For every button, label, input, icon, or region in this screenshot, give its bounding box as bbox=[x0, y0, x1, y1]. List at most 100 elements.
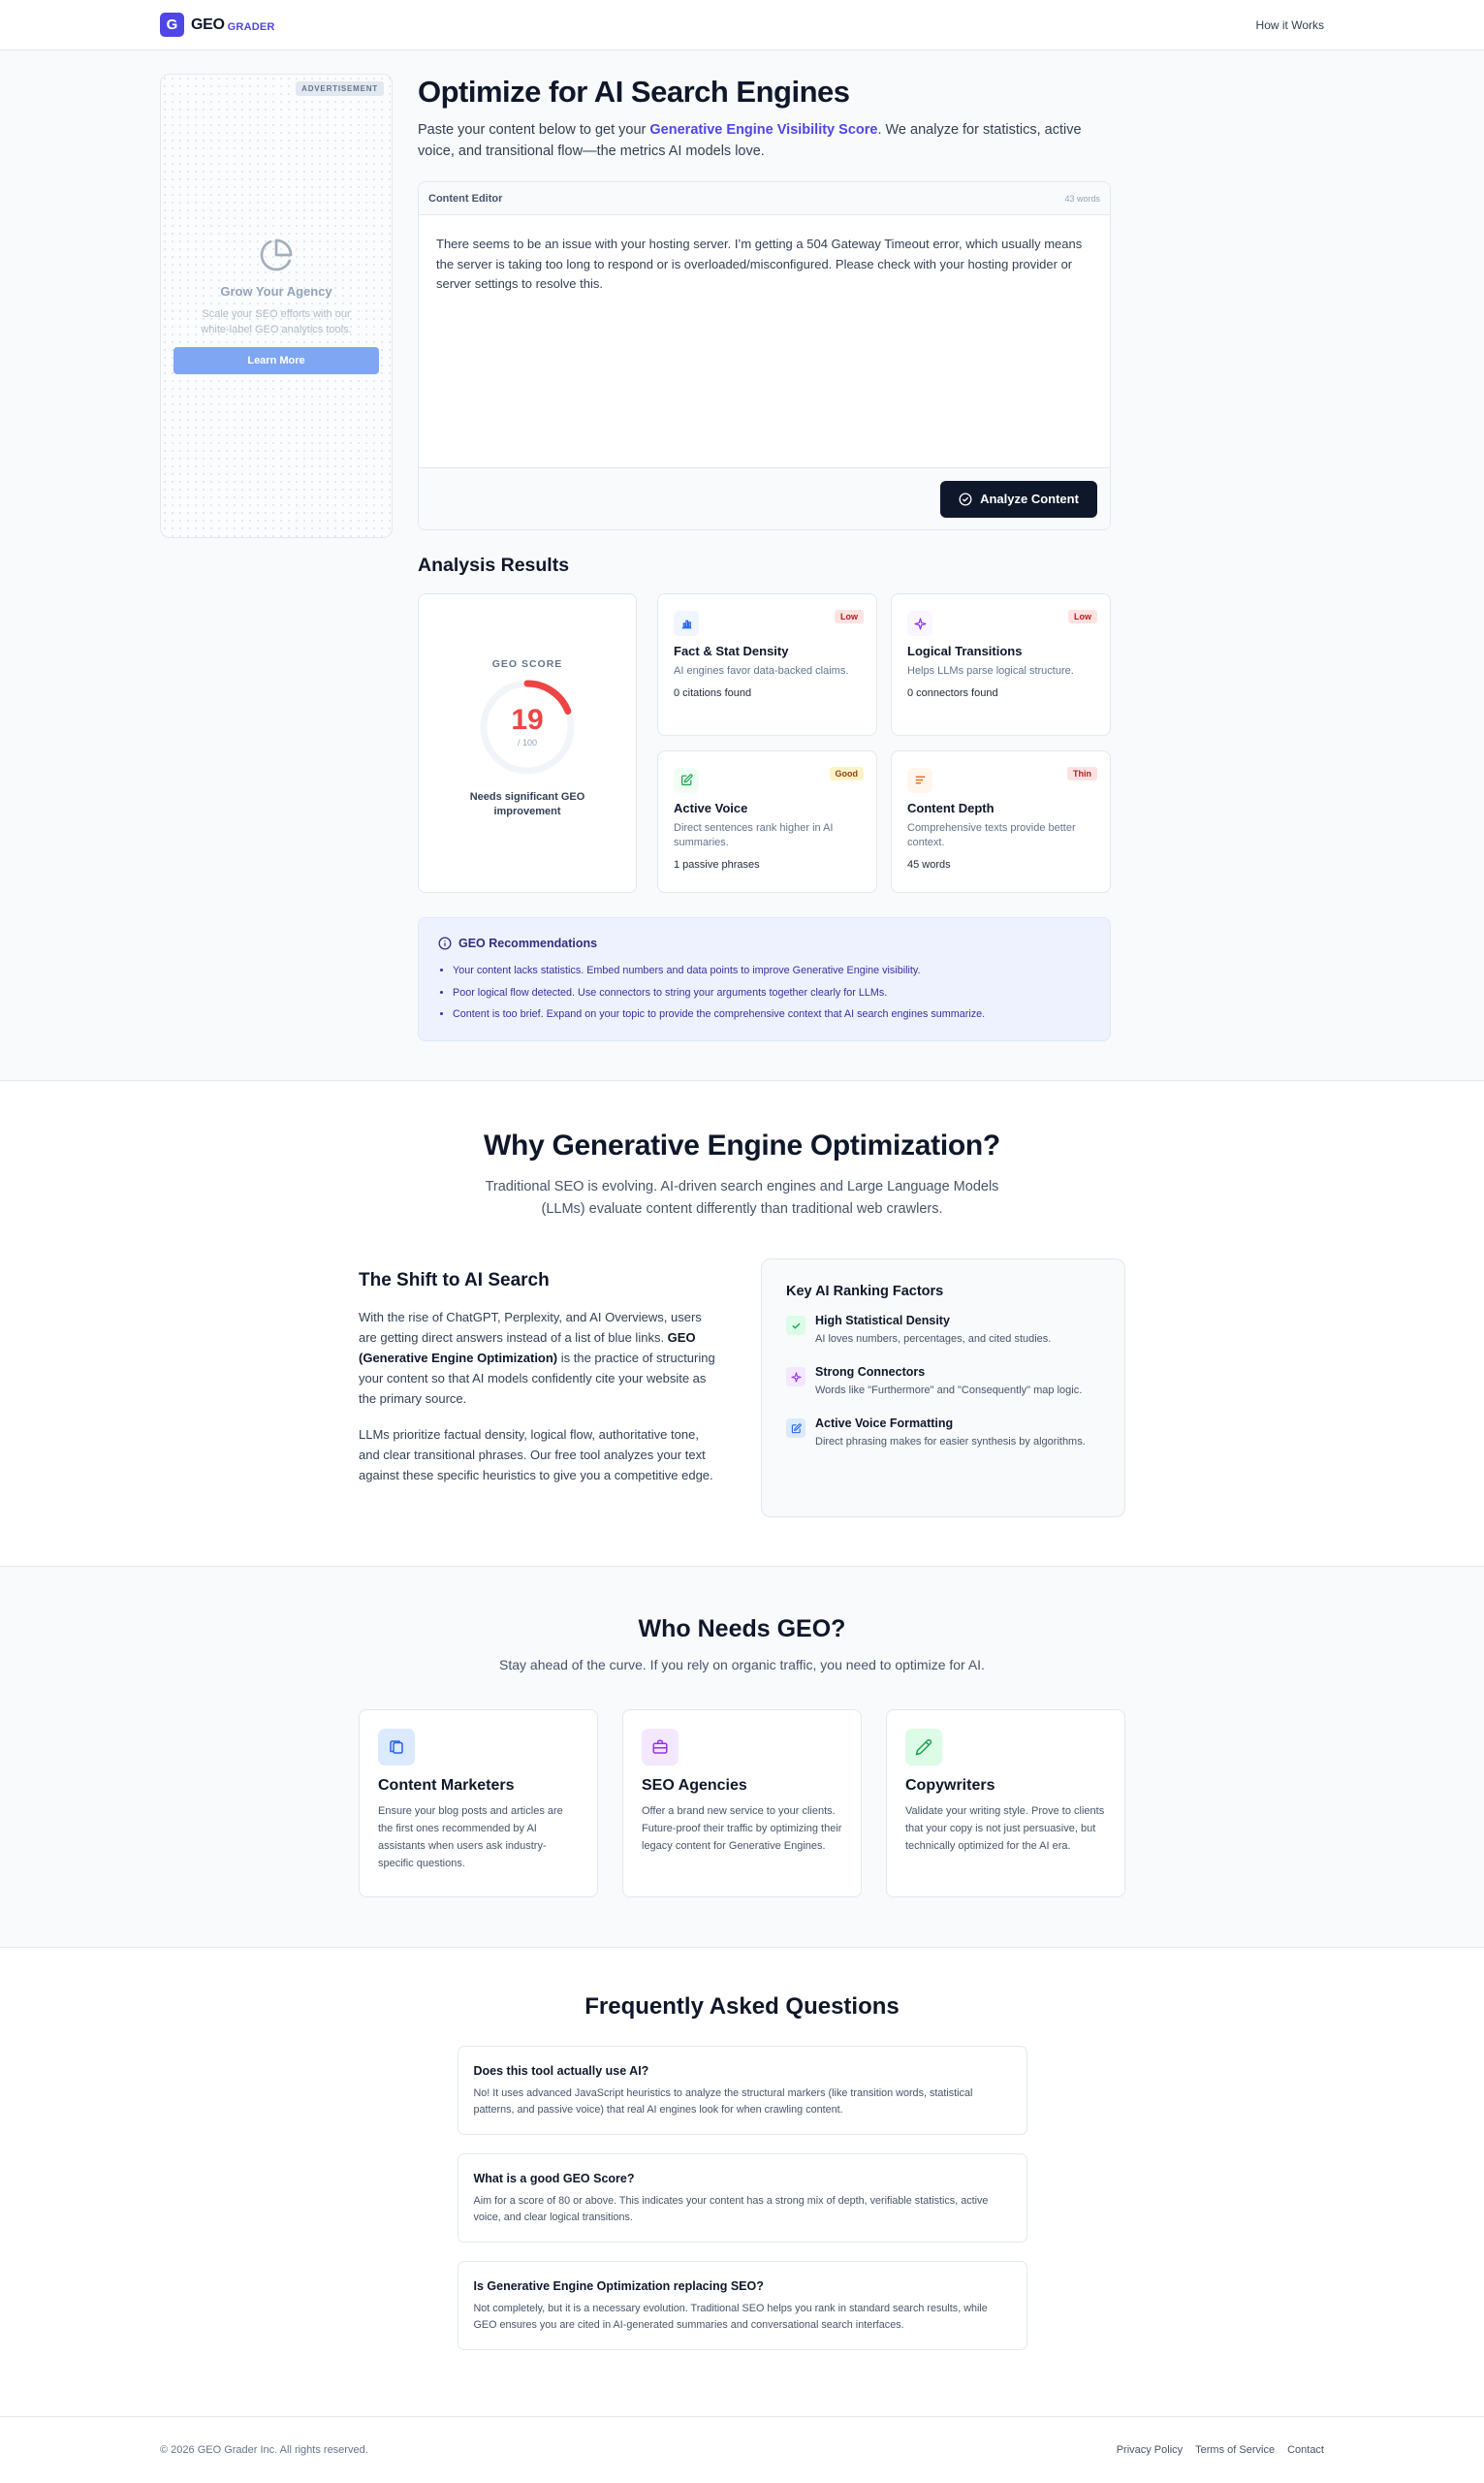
faq-answer: No! It uses advanced JavaScript heuristi… bbox=[473, 2087, 973, 2116]
metric-card-stat-density: Low Fact & Stat Density AI engines favor… bbox=[657, 593, 877, 736]
analyze-content-button[interactable]: Analyze Content bbox=[940, 480, 1097, 518]
tool-main: Optimize for AI Search Engines Paste you… bbox=[418, 74, 1111, 1041]
ad-learn-more-button[interactable]: Learn More bbox=[174, 347, 379, 374]
logo[interactable]: G GEO GRADER bbox=[160, 13, 275, 37]
footer-link-terms[interactable]: Terms of Service bbox=[1195, 2444, 1275, 2456]
metric-value: 1 passive phrases bbox=[674, 858, 760, 871]
why-subtitle: Traditional SEO is evolving. AI-driven s… bbox=[485, 1179, 999, 1217]
shift-title: The Shift to AI Search bbox=[359, 1270, 550, 1290]
brand-name: GEO bbox=[191, 16, 225, 33]
briefcase-icon bbox=[642, 1729, 679, 1766]
metric-description: Helps LLMs parse logical structure. bbox=[907, 665, 1074, 677]
audience-card-content-marketers: Content Marketers Ensure your blog posts… bbox=[359, 1709, 598, 1897]
audience-card-copywriters: Copywriters Validate your writing style.… bbox=[886, 1709, 1125, 1897]
metric-title: Active Voice bbox=[674, 800, 748, 815]
metric-title: Fact & Stat Density bbox=[674, 644, 789, 658]
score-card: GEO SCORE 19 / 100 Needs significant GEO… bbox=[418, 593, 637, 893]
bar-chart-icon bbox=[674, 611, 699, 636]
metric-grid: Low Fact & Stat Density AI engines favor… bbox=[657, 593, 1111, 893]
metric-title: Content Depth bbox=[907, 800, 995, 815]
metric-title: Logical Transitions bbox=[907, 644, 1023, 658]
sparkle-icon bbox=[907, 611, 932, 636]
shift-paragraph-1: With the rise of ChatGPT, Perplexity, an… bbox=[359, 1307, 723, 1409]
faq-title: Frequently Asked Questions bbox=[584, 1993, 900, 2020]
factor-item: Strong Connectors Words like "Furthermor… bbox=[786, 1365, 1100, 1399]
faq-item[interactable]: Does this tool actually use AI? No! It u… bbox=[457, 2046, 1027, 2135]
faq-item[interactable]: What is a good GEO Score? Aim for a scor… bbox=[457, 2153, 1027, 2243]
tool-section: ADVERTISEMENT Grow Your Agency Scale you… bbox=[0, 50, 1484, 1081]
results-title: Analysis Results bbox=[418, 555, 570, 576]
audience-text: Ensure your blog posts and articles are … bbox=[378, 1805, 563, 1869]
shift-paragraph-2: LLMs prioritize factual density, logical… bbox=[359, 1427, 713, 1482]
list-item: Content is too brief. Expand on your top… bbox=[453, 1003, 1090, 1026]
list-item: Poor logical flow detected. Use connecto… bbox=[453, 982, 1090, 1004]
sparkle-icon bbox=[786, 1367, 805, 1386]
score-note: Needs significant GEO improvement bbox=[469, 791, 585, 817]
metric-card-content-depth: Thin Content Depth Comprehensive texts p… bbox=[891, 749, 1111, 893]
score-gauge: 19 / 100 bbox=[478, 678, 577, 777]
check-circle-icon bbox=[959, 493, 972, 506]
metric-value: 45 words bbox=[907, 858, 951, 871]
faq-question: Is Generative Engine Optimization replac… bbox=[473, 2279, 764, 2293]
content-textarea[interactable]: There seems to be an issue with your hos… bbox=[419, 215, 1110, 467]
list-item: Your content lacks statistics. Embed num… bbox=[453, 960, 1090, 982]
results-grid: GEO SCORE 19 / 100 Needs significant GEO… bbox=[418, 593, 1111, 893]
metric-value: 0 citations found bbox=[674, 686, 752, 699]
factor-description: Direct phrasing makes for easier synthes… bbox=[815, 1436, 1086, 1448]
geo-recommendations: GEO Recommendations Your content lacks s… bbox=[418, 917, 1111, 1041]
faq-list: Does this tool actually use AI? No! It u… bbox=[457, 2046, 1027, 2350]
top-nav: G GEO GRADER How it Works bbox=[0, 0, 1484, 50]
why-geo-section: Why Generative Engine Optimization? Trad… bbox=[0, 1081, 1484, 1567]
who-needs-geo-section: Who Needs GEO? Stay ahead of the curve. … bbox=[0, 1567, 1484, 1948]
score-max: / 100 bbox=[517, 738, 538, 748]
recommendations-list: Your content lacks statistics. Embed num… bbox=[438, 960, 1090, 1026]
score-value: 19 bbox=[511, 704, 544, 736]
shift-p1-before: With the rise of ChatGPT, Perplexity, an… bbox=[359, 1310, 702, 1345]
factor-description: Words like "Furthermore" and "Consequent… bbox=[815, 1385, 1083, 1396]
faq-question: What is a good GEO Score? bbox=[473, 2172, 635, 2185]
faq-item[interactable]: Is Generative Engine Optimization replac… bbox=[457, 2261, 1027, 2350]
factor-title: High Statistical Density bbox=[815, 1314, 950, 1327]
copyright: © 2026 GEO Grader Inc. All rights reserv… bbox=[160, 2444, 368, 2456]
audience-text: Offer a brand new service to your client… bbox=[642, 1805, 842, 1852]
who-title: Who Needs GEO? bbox=[638, 1615, 846, 1642]
score-label: GEO SCORE bbox=[491, 658, 563, 670]
metric-description: Direct sentences rank higher in AI summa… bbox=[674, 821, 834, 849]
pie-chart-icon bbox=[259, 238, 294, 272]
pencil-icon bbox=[905, 1729, 942, 1766]
ad-sidebar: ADVERTISEMENT Grow Your Agency Scale you… bbox=[160, 74, 393, 538]
info-icon bbox=[438, 937, 452, 950]
brand-suffix: GRADER bbox=[227, 20, 275, 33]
audience-title: Content Marketers bbox=[378, 1777, 515, 1794]
audience-text: Validate your writing style. Prove to cl… bbox=[905, 1805, 1105, 1852]
factor-item: High Statistical Density AI loves number… bbox=[786, 1314, 1100, 1348]
ranking-factors-card: Key AI Ranking Factors High Statistical … bbox=[761, 1258, 1125, 1517]
audience-title: SEO Agencies bbox=[642, 1777, 747, 1794]
status-badge: Thin bbox=[1067, 766, 1097, 780]
hero-sub-before: Paste your content below to get your bbox=[418, 122, 650, 138]
align-left-icon bbox=[907, 767, 932, 793]
hero-sub-accent: Generative Engine Visibility Score bbox=[649, 122, 878, 138]
page-title: Optimize for AI Search Engines bbox=[418, 75, 850, 109]
status-badge: Low bbox=[1068, 610, 1097, 623]
who-subtitle: Stay ahead of the curve. If you rely on … bbox=[499, 1657, 985, 1672]
factors-title: Key AI Ranking Factors bbox=[786, 1284, 944, 1299]
hero-subtitle: Paste your content below to get your Gen… bbox=[418, 119, 1111, 162]
footer: © 2026 GEO Grader Inc. All rights reserv… bbox=[0, 2417, 1484, 2483]
recommendations-title: GEO Recommendations bbox=[458, 937, 598, 950]
why-title: Why Generative Engine Optimization? bbox=[484, 1130, 1000, 1162]
metric-card-active-voice: Good Active Voice Direct sentences rank … bbox=[657, 749, 877, 893]
footer-link-contact[interactable]: Contact bbox=[1287, 2444, 1324, 2456]
factor-item: Active Voice Formatting Direct phrasing … bbox=[786, 1417, 1100, 1450]
factor-title: Active Voice Formatting bbox=[815, 1417, 954, 1430]
footer-link-privacy[interactable]: Privacy Policy bbox=[1117, 2444, 1183, 2456]
factor-title: Strong Connectors bbox=[815, 1365, 926, 1379]
word-count: 43 words bbox=[1064, 193, 1100, 204]
faq-section: Frequently Asked Questions Does this too… bbox=[0, 1948, 1484, 2417]
nav-how-it-works[interactable]: How it Works bbox=[1256, 18, 1324, 32]
editor-footer: Analyze Content bbox=[419, 467, 1110, 529]
ad-text: Scale your SEO efforts with our white-la… bbox=[201, 308, 352, 335]
metric-value: 0 connectors found bbox=[907, 686, 998, 699]
edit-icon bbox=[786, 1418, 805, 1438]
faq-question: Does this tool actually use AI? bbox=[473, 2064, 649, 2078]
